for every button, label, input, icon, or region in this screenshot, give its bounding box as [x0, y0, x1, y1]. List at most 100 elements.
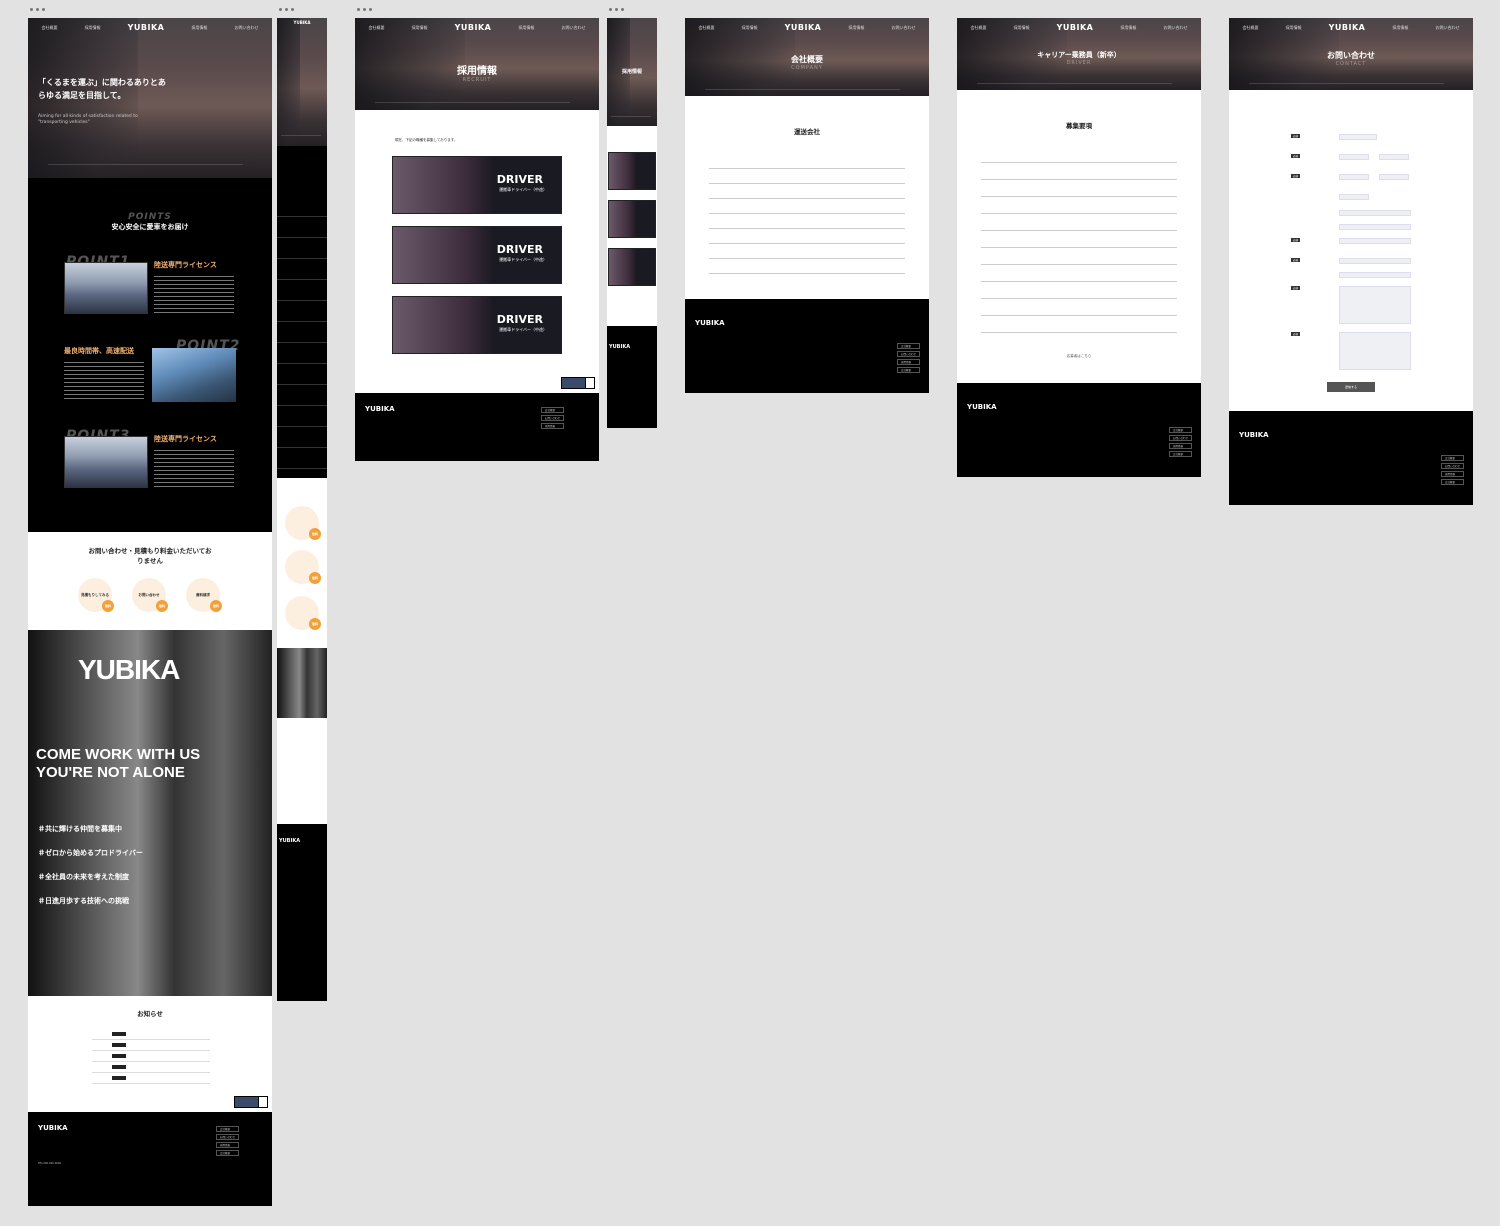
news-row[interactable] [92, 1050, 210, 1051]
email-input[interactable] [1339, 258, 1411, 264]
nav-item[interactable]: 採用情報 [191, 25, 207, 31]
document-circle-button[interactable]: 資料請求 無料 [186, 578, 222, 612]
footer-logo[interactable]: YUBIKA [365, 405, 395, 413]
points-title: 安心安全に愛車をお届け [111, 223, 189, 231]
artboard-handle[interactable] [609, 8, 625, 14]
inquiry-circle-button[interactable]: お問い合わせ 無料 [132, 578, 168, 612]
phone-input[interactable] [1339, 238, 1411, 244]
mobile-circle-button[interactable]: 無料 [285, 550, 321, 584]
artboard-handle[interactable] [30, 8, 46, 14]
nav-item[interactable]: 採用情報 [518, 25, 534, 31]
last-name-input[interactable] [1339, 154, 1369, 160]
artboard-handle[interactable] [357, 8, 373, 14]
nav-item[interactable]: 会社概要 [971, 25, 987, 31]
footer-link[interactable]: お問い合わせ [216, 1134, 240, 1140]
free-badge: 無料 [210, 600, 222, 612]
kana-last-input[interactable] [1339, 174, 1369, 180]
footer-logo[interactable]: YUBIKA [279, 838, 300, 844]
news-row[interactable] [92, 1039, 210, 1040]
nav-item[interactable]: 採用情報 [848, 25, 864, 31]
point-text [64, 362, 144, 402]
footer-logo[interactable]: YUBIKA [967, 403, 997, 411]
footer-link[interactable]: 会社概要 [897, 343, 921, 349]
footer-logo[interactable]: YUBIKA [609, 344, 630, 350]
footer-logo[interactable]: YUBIKA [1239, 431, 1269, 439]
submit-button[interactable]: 送信する [1327, 382, 1375, 392]
footer-link[interactable]: 採用情報 [216, 1142, 240, 1148]
company-footer: YUBIKA 会社概要 お問い合わせ 採用情報 会社概要 [685, 299, 929, 393]
nav-item[interactable]: お問い合わせ [1435, 25, 1459, 31]
footer-logo[interactable]: YUBIKA [695, 319, 725, 327]
mobile-hero: YUBIKA [277, 18, 327, 146]
mobile-driver-card[interactable] [608, 152, 656, 190]
footer-link[interactable]: 会社概要 [1441, 479, 1465, 485]
footer-link[interactable]: お問い合わせ [1441, 463, 1465, 469]
address2-input[interactable] [1339, 224, 1411, 230]
kana-first-input[interactable] [1379, 174, 1409, 180]
footer-link[interactable]: 会社概要 [216, 1150, 240, 1156]
mobile-driver-card[interactable] [608, 248, 656, 286]
mobile-circle-button[interactable]: 無料 [285, 596, 321, 630]
nav-item[interactable]: 採用情報 [1286, 25, 1302, 31]
estimate-circle-button[interactable]: 見積もりしてみる 無料 [78, 578, 114, 612]
nav-item[interactable]: 採用情報 [412, 25, 428, 31]
card-title: DRIVER [496, 313, 543, 326]
first-name-input[interactable] [1379, 154, 1409, 160]
footer-link[interactable]: 会社概要 [1169, 427, 1193, 433]
logo[interactable]: YUBIKA [455, 23, 492, 32]
footer-link[interactable]: 会社概要 [541, 407, 565, 413]
nav-item[interactable]: 会社概要 [369, 25, 385, 31]
nav-item[interactable]: 採用情報 [85, 25, 101, 31]
logo[interactable]: YUBIKA [128, 23, 165, 32]
nav-item[interactable]: 採用情報 [1392, 25, 1408, 31]
company-table [709, 154, 905, 280]
footer-link[interactable]: 会社概要 [897, 367, 921, 373]
circle-label: 資料請求 [196, 592, 210, 597]
nav-item[interactable]: 会社概要 [699, 25, 715, 31]
email-confirm-input[interactable] [1339, 272, 1411, 278]
footer-link[interactable]: お問い合わせ [541, 415, 565, 421]
news-category [112, 1054, 126, 1058]
news-row[interactable] [92, 1072, 210, 1073]
footer-link[interactable]: 会社概要 [1441, 455, 1465, 461]
footer-link[interactable]: 会社概要 [1169, 451, 1193, 457]
message-textarea[interactable] [1339, 332, 1411, 370]
driver-card[interactable]: DRIVER 運搬車ドライバー（中途） [392, 296, 562, 354]
artboard-handle[interactable] [279, 8, 295, 14]
company-nav: 会社概要 採用情報 YUBIKA 採用情報 お問い合わせ [685, 23, 929, 32]
nav-item[interactable]: お問い合わせ [891, 25, 915, 31]
logo[interactable]: YUBIKA [1329, 23, 1366, 32]
zip-input[interactable] [1339, 194, 1369, 200]
footer-link[interactable]: 会社概要 [216, 1126, 240, 1132]
nav-item[interactable]: 会社概要 [42, 25, 58, 31]
footer-link[interactable]: お問い合わせ [897, 351, 921, 357]
nav-item[interactable]: 採用情報 [742, 25, 758, 31]
logo[interactable]: YUBIKA [1057, 23, 1094, 32]
footer-link[interactable]: 採用情報 [541, 423, 565, 429]
logo[interactable]: YUBIKA [785, 23, 822, 32]
driver-card[interactable]: DRIVER 運搬車ドライバー（中途） [392, 156, 562, 214]
select-field[interactable] [1339, 134, 1377, 140]
driver-card[interactable]: DRIVER 運搬車ドライバー（中途） [392, 226, 562, 284]
nav-item[interactable]: 会社概要 [1243, 25, 1259, 31]
footer-link[interactable]: 採用情報 [1441, 471, 1465, 477]
footer-link[interactable]: お問い合わせ [1169, 435, 1193, 441]
address-input[interactable] [1339, 210, 1411, 216]
point-image [152, 348, 236, 402]
footer-link[interactable]: 採用情報 [1169, 443, 1193, 449]
mobile-driver-card[interactable] [608, 200, 656, 238]
nav-item[interactable]: 採用情報 [1014, 25, 1030, 31]
nav-item[interactable]: お問い合わせ [1163, 25, 1187, 31]
mobile-circle-button[interactable]: 無料 [285, 506, 321, 540]
footer-logo[interactable]: YUBIKA [38, 1124, 68, 1132]
nav-item[interactable]: 採用情報 [1120, 25, 1136, 31]
mobile-logo[interactable]: YUBIKA [277, 20, 327, 25]
footer-link[interactable]: 採用情報 [897, 359, 921, 365]
home-artboard: 会社概要 採用情報 YUBIKA 採用情報 お問い合わせ 「くるまを運ぶ」に関わ… [28, 18, 272, 1206]
nav-item[interactable]: お問い合わせ [234, 25, 258, 31]
nav-item[interactable]: お問い合わせ [561, 25, 585, 31]
apply-link[interactable]: 応募者はこちら [957, 354, 1201, 359]
vehicle-textarea[interactable] [1339, 286, 1411, 324]
news-row[interactable] [92, 1083, 210, 1084]
news-row[interactable] [92, 1061, 210, 1062]
